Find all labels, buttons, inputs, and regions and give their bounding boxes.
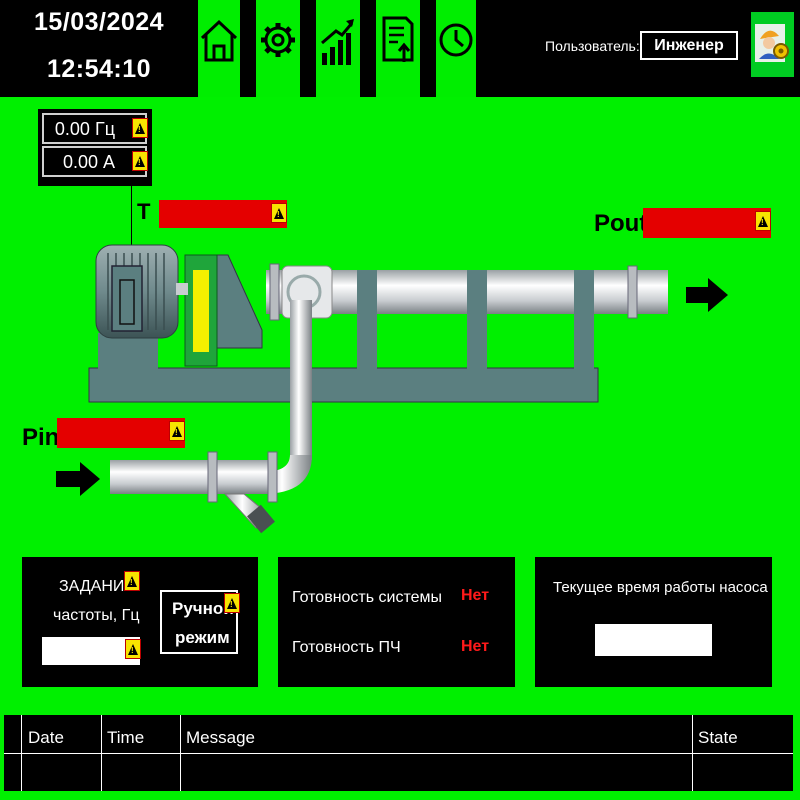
manual-mode-warning-icon[interactable] <box>224 593 240 613</box>
nav-trends-button[interactable] <box>316 0 360 80</box>
nav-separator <box>420 0 436 97</box>
inlet-flow-arrow <box>56 462 100 496</box>
pipe-support <box>467 270 487 370</box>
strainer-flange <box>267 451 278 503</box>
system-ready-label: Готовность системы <box>292 589 443 606</box>
suction-pipe <box>110 460 270 494</box>
frequency-setpoint-panel: ЗАДАНИЕ частоты, Гц Ручной режим <box>22 557 258 687</box>
user-label: Пользователь: <box>545 38 640 54</box>
current-warning-icon[interactable] <box>132 151 148 171</box>
pressure-out-warning-icon[interactable] <box>755 211 771 231</box>
current-date: 15/03/2024 <box>33 8 165 36</box>
pipe-support <box>357 270 377 370</box>
table-divider <box>692 715 693 791</box>
gear-icon <box>261 23 295 57</box>
runtime-title: Текущее время работы насоса <box>553 579 768 596</box>
manual-mode-label-line2: режим <box>175 628 230 647</box>
vfd-ready-label: Готовность ПЧ <box>292 639 401 656</box>
frequency-warning-icon[interactable] <box>132 118 148 138</box>
engineer-user-icon <box>751 12 794 77</box>
readiness-status-panel: Готовность системы Нет Готовность ПЧ Нет <box>278 557 515 687</box>
discharge-pipe <box>330 270 665 314</box>
nav-separator <box>300 0 316 97</box>
nav-settings-button[interactable] <box>256 0 300 80</box>
manual-mode-button[interactable]: Ручной режим <box>160 590 240 654</box>
vfd-ready-value: Нет <box>461 638 490 655</box>
nav-separator <box>360 0 376 97</box>
column-header-message[interactable]: Message <box>186 728 255 748</box>
outlet-flow-arrow <box>686 278 728 312</box>
home-icon <box>200 19 238 62</box>
clock-icon <box>439 23 473 57</box>
setpoint-warning-icon[interactable] <box>124 571 140 591</box>
pump-runtime-panel: Текущее время работы насоса <box>535 557 772 687</box>
setpoint-input-warning-icon[interactable] <box>125 639 141 659</box>
user-login-button[interactable] <box>751 12 794 77</box>
datetime-panel: 15/03/2024 12:54:10 <box>0 0 198 97</box>
user-bar: Пользователь: Инженер <box>476 0 800 97</box>
nav-history-button[interactable] <box>436 0 476 80</box>
table-divider <box>101 715 102 791</box>
pump-station-mimic <box>56 244 728 534</box>
system-ready-value: Нет <box>461 587 490 604</box>
strainer-flange <box>207 451 218 503</box>
nav-separator <box>240 0 256 97</box>
setpoint-title-line2: частоты, Гц <box>53 607 140 624</box>
nav-reports-button[interactable] <box>376 0 420 80</box>
report-upload-icon <box>382 16 414 62</box>
motor-terminal-box <box>111 265 143 332</box>
coupling-window <box>193 270 209 352</box>
column-header-date[interactable]: Date <box>28 728 64 748</box>
suction-riser-pipe <box>290 300 312 460</box>
chart-icon <box>321 19 354 65</box>
header-bar: 15/03/2024 12:54:10 Пользователь: Инжене… <box>0 0 800 97</box>
current-time: 12:54:10 <box>46 55 152 83</box>
pump-base-frame <box>88 367 599 403</box>
alarm-table[interactable]: Date Time Message State <box>4 715 793 791</box>
runtime-value-field <box>595 624 712 656</box>
column-header-time[interactable]: Time <box>107 728 144 748</box>
temperature-value-field[interactable] <box>159 200 287 228</box>
table-divider <box>180 715 181 791</box>
frequency-value: 0.00 Гц <box>54 119 115 139</box>
drive-readout-panel: 0.00 Гц 0.00 А <box>38 109 152 186</box>
temperature-warning-icon[interactable] <box>271 203 287 223</box>
column-header-state[interactable]: State <box>698 728 738 748</box>
table-divider <box>21 715 22 791</box>
nav-home-button[interactable] <box>198 0 240 80</box>
current-value: 0.00 А <box>62 152 115 172</box>
pipe-support <box>574 270 594 370</box>
pump-flange <box>269 263 280 321</box>
table-divider <box>4 753 793 754</box>
temperature-label: T <box>137 199 151 224</box>
discharge-flange <box>627 265 638 319</box>
user-name-field[interactable]: Инженер <box>640 31 738 60</box>
